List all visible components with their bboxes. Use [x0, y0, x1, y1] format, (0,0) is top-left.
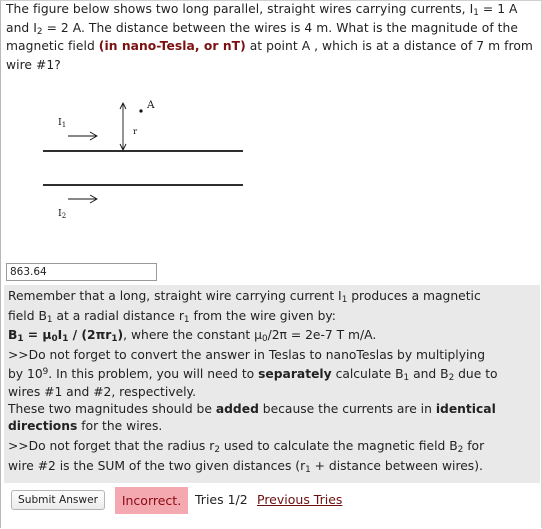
- tries-counter: Tries 1/2: [195, 492, 248, 507]
- point-a-dot: [139, 109, 143, 113]
- point-a-label: A: [146, 99, 155, 111]
- previous-tries-link[interactable]: Previous Tries: [257, 492, 342, 507]
- r-label: r: [133, 127, 138, 137]
- submit-answer-button[interactable]: Submit Answer: [11, 490, 105, 510]
- i1-label: I1: [58, 117, 66, 129]
- question-text: The figure below shows two long parallel…: [6, 2, 533, 72]
- units-highlight: (in nano-Tesla, or nT): [98, 39, 246, 54]
- incorrect-status-badge: Incorrect.: [115, 487, 188, 514]
- feedback-text: Remember that a long, straight wire carr…: [8, 289, 498, 384]
- i2-label: I2: [58, 208, 66, 220]
- feedback-text-end: >>Do not forget that the radius r2 used …: [8, 439, 485, 475]
- feedback-text-cont: wires #1 and #2, respectively. These two…: [8, 385, 496, 434]
- feedback-hint-box: Remember that a long, straight wire carr…: [4, 285, 540, 483]
- answer-input[interactable]: [6, 263, 157, 281]
- formula-bold: B1 = μ0I1 / (2πr1): [8, 328, 124, 345]
- wires-figure: A r I1 I2: [43, 99, 243, 220]
